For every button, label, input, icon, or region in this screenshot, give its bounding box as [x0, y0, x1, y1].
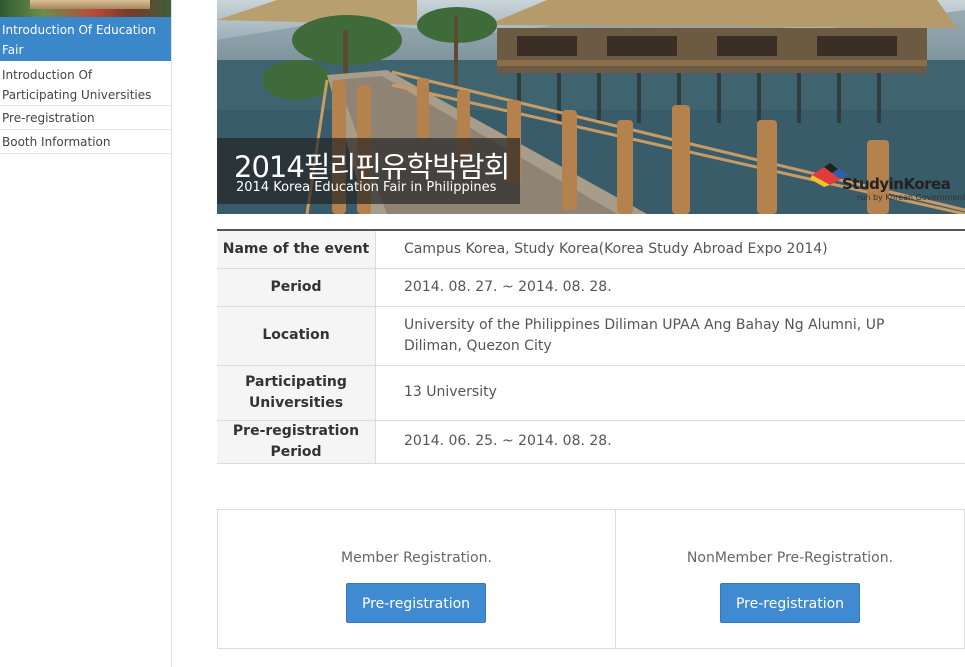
- row-value: 2014. 08. 27. ~ 2014. 08. 28.: [375, 268, 965, 307]
- event-info-table: Name of the event Campus Korea, Study Ko…: [217, 229, 965, 464]
- banner-title-english: 2014 Korea Education Fair in Philippines: [236, 180, 497, 195]
- row-value: 2014. 06. 25. ~ 2014. 08. 28.: [375, 420, 965, 464]
- row-label: Name of the event: [217, 230, 376, 269]
- nonmember-pre-registration-button[interactable]: Pre-registration: [720, 583, 860, 623]
- sidebar-item-booth-information[interactable]: Booth Information: [0, 131, 171, 154]
- member-registration-box: Member Registration. Pre-registration: [218, 510, 616, 648]
- row-label: Participating Universities: [217, 365, 376, 421]
- sidebar-item-label: Booth Information: [2, 135, 111, 149]
- member-registration-label: Member Registration.: [341, 550, 492, 566]
- table-row: Pre-registration Period 2014. 06. 25. ~ …: [217, 420, 965, 464]
- row-value: Campus Korea, Study Korea(Korea Study Ab…: [375, 230, 965, 269]
- sidebar-item-label: Introduction Of Participating Universiti…: [2, 68, 152, 102]
- study-in-korea-logo: StudyinKorea run by Korean Government: [802, 155, 965, 205]
- row-label: Pre-registration Period: [217, 420, 376, 464]
- table-row: Period 2014. 08. 27. ~ 2014. 08. 28.: [217, 268, 965, 307]
- sidebar-item-introduction-of-participating-universities[interactable]: Introduction Of Participating Universiti…: [0, 64, 171, 106]
- logo-tagline: run by Korean Government: [857, 193, 965, 202]
- sidebar-item-pre-registration[interactable]: Pre-registration: [0, 107, 171, 130]
- row-label: Location: [217, 306, 376, 366]
- sidebar-item-label: Introduction Of Education Fair: [2, 23, 156, 57]
- table-row: Name of the event Campus Korea, Study Ko…: [217, 230, 965, 269]
- table-row: Location University of the Philippines D…: [217, 306, 965, 366]
- nonmember-registration-box: NonMember Pre-Registration. Pre-registra…: [616, 510, 964, 648]
- nonmember-registration-label: NonMember Pre-Registration.: [686, 550, 894, 566]
- banner-caption: 2014필리핀유학박람회 2014 Korea Education Fair i…: [217, 138, 520, 204]
- registration-panel: Member Registration. Pre-registration No…: [217, 509, 965, 649]
- sidebar-header-image: [0, 0, 171, 17]
- table-row: Participating Universities 13 University: [217, 365, 965, 421]
- row-value: 13 University: [375, 365, 965, 421]
- event-banner: 2014필리핀유학박람회 2014 Korea Education Fair i…: [217, 0, 965, 214]
- member-pre-registration-button[interactable]: Pre-registration: [346, 583, 486, 623]
- sidebar-item-label: Pre-registration: [2, 111, 95, 125]
- row-value: University of the Philippines Diliman UP…: [375, 306, 965, 366]
- sidebar: Introduction Of Education Fair Introduct…: [0, 0, 172, 667]
- logo-wordmark: StudyinKorea: [842, 175, 951, 193]
- sidebar-item-introduction-of-education-fair[interactable]: Introduction Of Education Fair: [0, 17, 171, 61]
- row-label: Period: [217, 268, 376, 307]
